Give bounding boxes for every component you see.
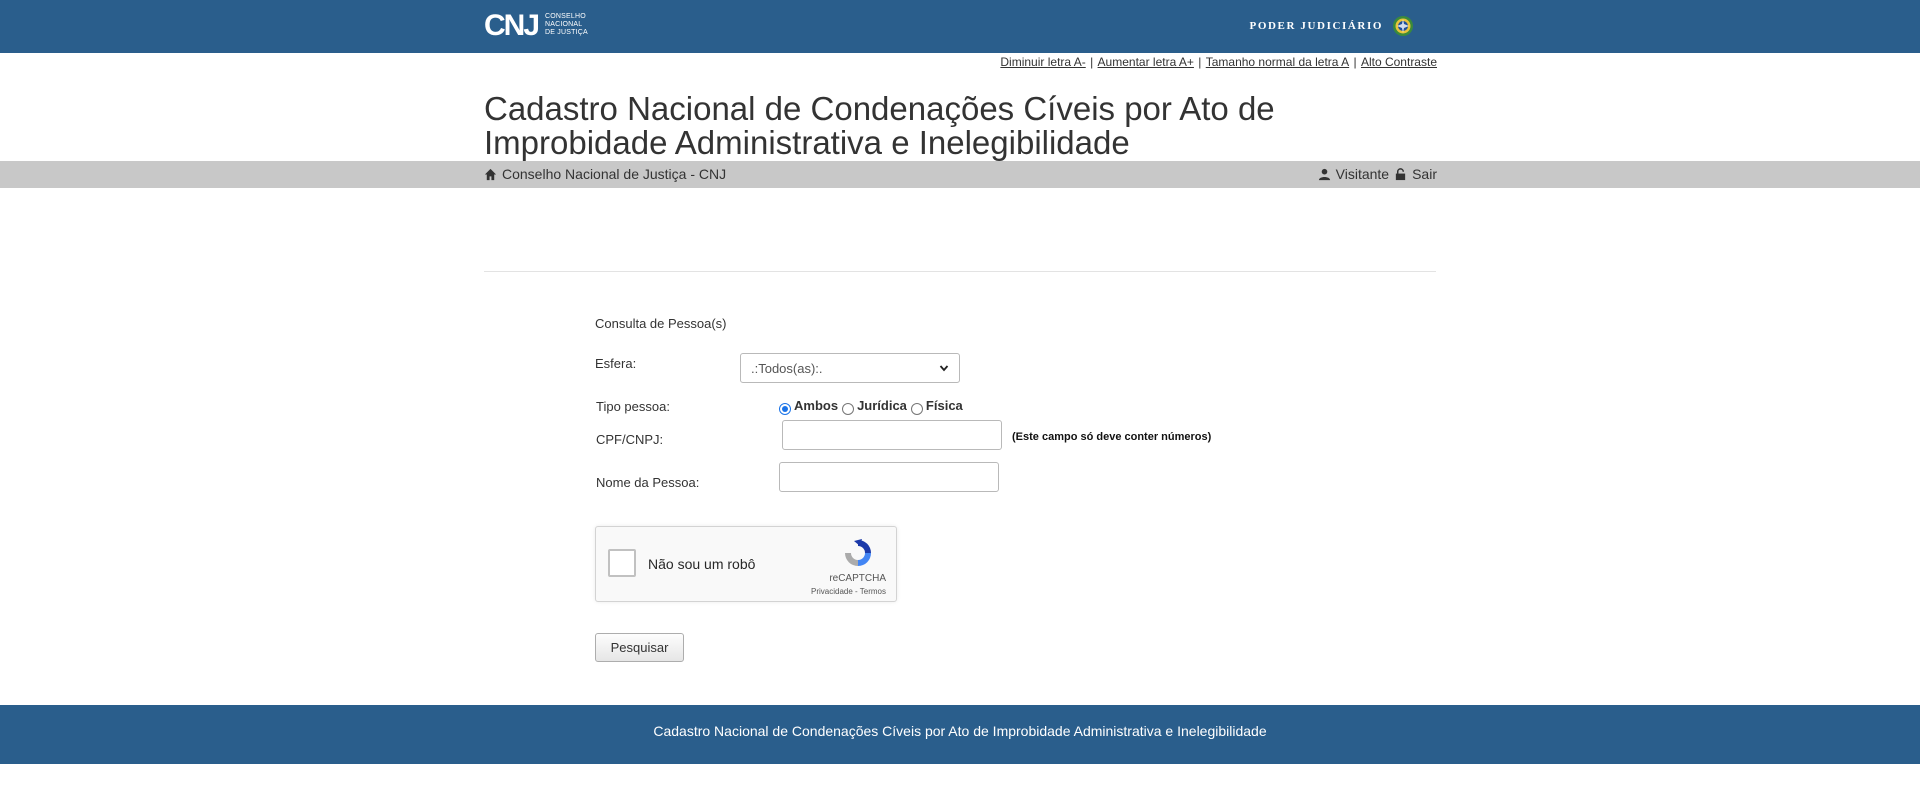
- cpf-cnpj-label: CPF/CNPJ:: [596, 432, 664, 447]
- link-separator: |: [1350, 55, 1360, 69]
- high-contrast-link[interactable]: Alto Contraste: [1361, 55, 1437, 69]
- poder-judiciario-brand: PODER JUDICIÁRIO: [1250, 14, 1415, 38]
- logo-subtitle-line: NACIONAL: [545, 21, 583, 28]
- recaptcha-logo-icon: [845, 539, 871, 566]
- tipo-pessoa-radio-group: Ambos Jurídica Física: [778, 398, 966, 415]
- lock-icon: [1395, 167, 1406, 180]
- content-divider: [484, 271, 1436, 272]
- user-icon: [1318, 168, 1330, 180]
- user-box: Visitante Sair: [1318, 166, 1437, 182]
- decrease-font-link[interactable]: Diminuir letra A-: [1000, 55, 1085, 69]
- brazil-coat-of-arms-icon: [1393, 16, 1413, 36]
- page-title: Cadastro Nacional de Condenações Cíveis …: [484, 92, 1444, 160]
- navigation-bar: Conselho Nacional de Justiça - CNJ Visit…: [0, 161, 1920, 188]
- top-header: CNJ CONSELHO NACIONAL DE JUSTIÇA PODER J…: [0, 0, 1920, 53]
- page-title-line: Cadastro Nacional de Condenações Cíveis …: [484, 90, 1275, 127]
- radio-label: Física: [925, 398, 963, 413]
- cpf-hint: (Este campo só deve conter números): [1012, 431, 1212, 443]
- link-separator: -: [852, 587, 860, 596]
- normal-font-link[interactable]: Tamanho normal da letra A: [1206, 55, 1349, 69]
- nome-pessoa-label: Nome da Pessoa:: [596, 475, 700, 490]
- radio-ambos[interactable]: [779, 402, 791, 415]
- recaptcha-links: Privacidade - Termos: [596, 587, 886, 596]
- logo-mark: CNJ: [484, 9, 540, 42]
- nome-pessoa-input[interactable]: [779, 462, 999, 492]
- search-button[interactable]: Pesquisar: [595, 633, 684, 662]
- logo-subtitle-line: DE JUSTIÇA: [545, 29, 588, 36]
- esfera-select[interactable]: .:Todos(as):.: [740, 353, 960, 383]
- esfera-selected-value: .:Todos(as):.: [751, 360, 823, 376]
- recaptcha-brand: reCAPTCHA: [829, 573, 886, 584]
- footer-text: Cadastro Nacional de Condenações Cíveis …: [653, 723, 1267, 739]
- user-name: Visitante: [1335, 166, 1390, 182]
- form-title: Consulta de Pessoa(s): [595, 316, 727, 331]
- radio-label: Jurídica: [857, 398, 907, 413]
- page-title-line: Improbidade Administrativa e Inelegibili…: [484, 124, 1130, 161]
- recaptcha-widget: Não sou um robô reCAPTCHA Privacidade - …: [595, 526, 897, 602]
- footer: Cadastro Nacional de Condenações Cíveis …: [0, 705, 1920, 764]
- logo-subtitle-line: CONSELHO: [545, 13, 586, 20]
- recaptcha-label: Não sou um robô: [648, 556, 756, 572]
- link-separator: |: [1194, 55, 1205, 69]
- breadcrumb-label: Conselho Nacional de Justiça - CNJ: [502, 166, 727, 182]
- esfera-label: Esfera:: [595, 356, 637, 371]
- home-icon: [484, 168, 497, 180]
- privacy-link[interactable]: Privacidade: [811, 587, 853, 596]
- cnj-logo[interactable]: CNJ CONSELHO NACIONAL DE JUSTIÇA: [484, 10, 594, 42]
- breadcrumb[interactable]: Conselho Nacional de Justiça - CNJ: [484, 166, 726, 182]
- tipo-pessoa-label: Tipo pessoa:: [596, 399, 670, 414]
- radio-label: Ambos: [794, 398, 839, 413]
- radio-fisica[interactable]: [910, 402, 923, 415]
- link-separator: |: [1086, 55, 1097, 69]
- logo-subtitle: CONSELHO NACIONAL DE JUSTIÇA: [545, 13, 588, 37]
- logout-link[interactable]: Sair: [1412, 166, 1437, 182]
- radio-juridica[interactable]: [842, 402, 855, 415]
- terms-link[interactable]: Termos: [860, 587, 886, 596]
- increase-font-link[interactable]: Aumentar letra A+: [1098, 55, 1194, 69]
- cpf-cnpj-input[interactable]: [782, 420, 1002, 450]
- poder-judiciario-text: PODER JUDICIÁRIO: [1249, 20, 1383, 32]
- chevron-down-icon: [939, 365, 949, 372]
- accessibility-links: Diminuir letra A- | Aumentar letra A+ | …: [1000, 55, 1437, 69]
